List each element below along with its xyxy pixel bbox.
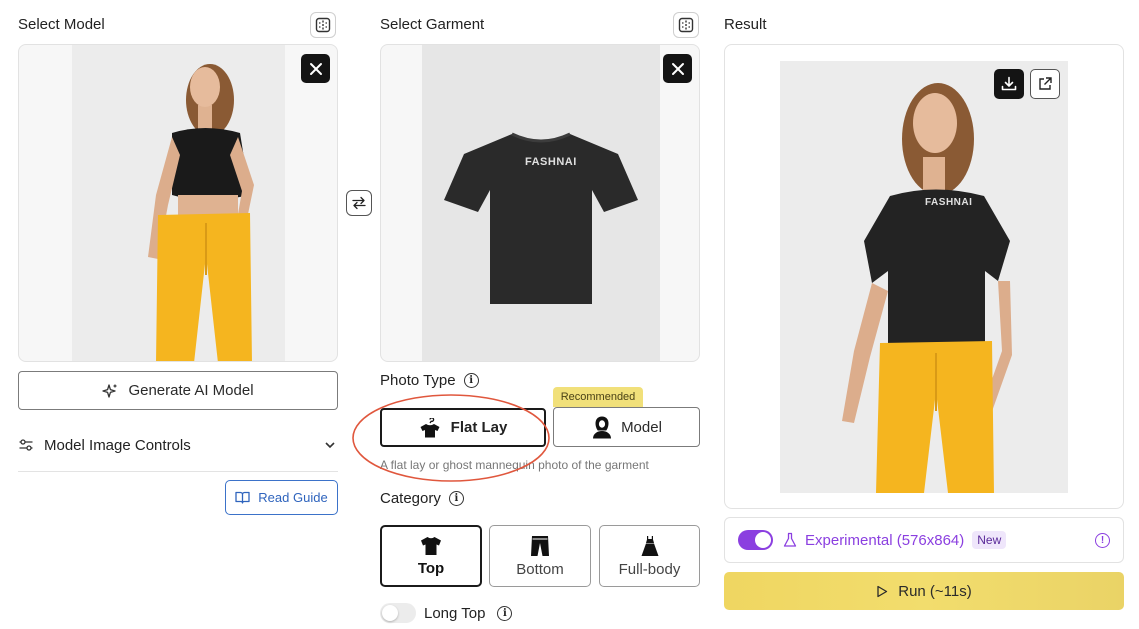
- remove-garment-button[interactable]: [663, 54, 692, 83]
- download-button[interactable]: [994, 69, 1024, 99]
- category-top-label: Top: [417, 559, 445, 577]
- model-image-controls-label: Model Image Controls: [44, 436, 191, 454]
- category-top[interactable]: Top: [380, 525, 482, 587]
- garment-crop-button[interactable]: [673, 12, 699, 38]
- new-badge: New: [972, 531, 1007, 549]
- shirt-icon: [421, 536, 441, 555]
- category-full-body[interactable]: Full-body: [599, 525, 700, 587]
- open-external-button[interactable]: [1030, 69, 1060, 99]
- select-model-title: Select Model: [18, 16, 105, 33]
- experimental-info-icon[interactable]: !: [1095, 532, 1110, 548]
- model-photo: [72, 45, 285, 361]
- generate-ai-model-label: Generate AI Model: [128, 382, 254, 399]
- long-top-label: Long Top: [424, 604, 486, 622]
- chevron-down-icon: [325, 442, 335, 449]
- garment-brand-text: FASHNAI: [525, 156, 577, 168]
- swap-arrows-icon: [352, 196, 366, 210]
- divider: [18, 471, 338, 472]
- category-bottom[interactable]: Bottom: [489, 525, 591, 587]
- recommended-badge: Recommended: [553, 387, 643, 407]
- run-label: Run (~11s): [898, 582, 972, 600]
- crop-frame-icon: [678, 17, 694, 33]
- dress-icon: [641, 535, 658, 556]
- toggle-knob: [755, 532, 771, 548]
- swap-button[interactable]: [346, 190, 372, 216]
- info-icon[interactable]: i: [463, 373, 479, 388]
- flask-icon: [783, 532, 797, 547]
- model-option[interactable]: Model: [553, 407, 700, 447]
- photo-type-row: Photo Type i: [380, 372, 479, 389]
- toggle-knob: [382, 605, 398, 621]
- result-title: Result: [724, 16, 767, 33]
- model-image-controls-toggle[interactable]: Model Image Controls: [18, 433, 338, 457]
- book-icon: [235, 491, 250, 504]
- model-image-panel[interactable]: [18, 44, 338, 362]
- experimental-toggle[interactable]: [738, 530, 773, 550]
- run-button[interactable]: Run (~11s): [724, 572, 1124, 610]
- long-top-row: Long Top i: [380, 603, 513, 623]
- crop-frame-icon: [315, 17, 331, 33]
- read-guide-label: Read Guide: [258, 490, 328, 505]
- garment-image-panel[interactable]: FASHNAI: [380, 44, 700, 362]
- generate-ai-model-button[interactable]: Generate AI Model: [18, 371, 338, 410]
- play-icon: [877, 585, 888, 597]
- category-label: Category: [380, 490, 441, 507]
- download-icon: [1001, 76, 1017, 91]
- person-icon: [593, 416, 612, 439]
- close-icon: [309, 62, 322, 75]
- result-image-panel: FASHNAI: [724, 44, 1124, 509]
- result-photo: [780, 61, 1068, 493]
- model-crop-button[interactable]: [310, 12, 336, 38]
- sliders-icon: [19, 439, 33, 451]
- sparkle-icon: [102, 383, 117, 398]
- external-link-icon: [1039, 77, 1052, 90]
- info-icon[interactable]: i: [448, 491, 464, 506]
- read-guide-button[interactable]: Read Guide: [225, 480, 338, 515]
- photo-type-label: Photo Type: [380, 372, 456, 389]
- experimental-label: Experimental (576x864): [805, 531, 965, 549]
- experimental-row: Experimental (576x864) New !: [724, 517, 1124, 563]
- long-top-toggle[interactable]: [380, 603, 416, 623]
- category-bottom-label: Bottom: [516, 560, 564, 578]
- annotation-circle: [352, 394, 550, 482]
- info-icon[interactable]: i: [497, 605, 513, 621]
- category-row: Category i: [380, 490, 464, 507]
- shirt-brand-text: FASHNAI: [925, 197, 973, 208]
- category-full-body-label: Full-body: [618, 560, 681, 578]
- select-garment-title: Select Garment: [380, 16, 485, 33]
- close-icon: [671, 62, 684, 75]
- model-option-label: Model: [621, 418, 662, 436]
- pants-icon: [531, 535, 549, 556]
- remove-model-button[interactable]: [301, 54, 330, 83]
- garment-photo: FASHNAI: [422, 45, 660, 361]
